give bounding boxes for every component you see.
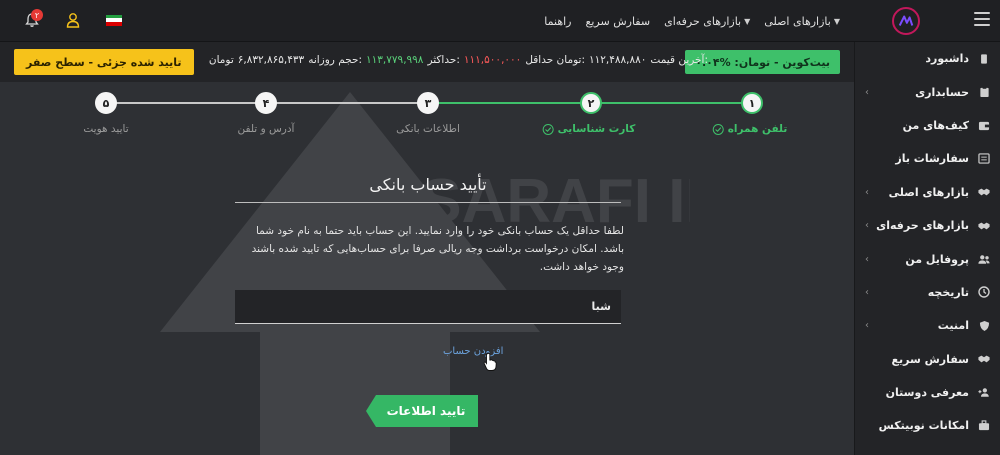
nav-label: راهنما — [544, 14, 572, 28]
sidebar-item-open-orders[interactable]: سفارشات باز — [855, 142, 1000, 175]
wallet-icon — [978, 119, 990, 131]
sidebar-item-pro-markets[interactable]: بازارهای حرفه‌ای ‹ — [855, 209, 1000, 242]
market-stats: آخرین قیمت: ۱۱۲,۴۸۸,۸۸۰ تومان حداقل: ۱۱۱… — [209, 54, 708, 66]
sidebar-item-features[interactable]: امکانات نوبیتکس — [855, 409, 1000, 442]
nav-label: سفارش سریع — [585, 14, 651, 28]
check-circle-icon — [712, 123, 724, 135]
min-value: ۱۱۱,۵۰۰,۰۰۰ — [463, 54, 522, 66]
volume-unit: تومان — [208, 54, 234, 66]
step-5-label: تایید هویت — [83, 123, 129, 135]
step-1-label: تلفن همراه — [712, 123, 788, 135]
sidebar-item-accounting[interactable]: حسابداری ‹ — [855, 75, 1000, 108]
sidebar-item-dashboard[interactable]: داشبورد — [855, 42, 1000, 75]
chevron-left-icon: ‹ — [865, 253, 869, 265]
sidebar-item-history[interactable]: تاریخچه ‹ — [855, 276, 1000, 309]
handshake-icon — [978, 186, 990, 198]
chevron-left-icon: ‹ — [865, 86, 869, 98]
sidebar-item-wallets[interactable]: کیف‌های من — [855, 109, 1000, 142]
sidebar-item-profile[interactable]: پروفایل من ‹ — [855, 242, 1000, 275]
title-divider — [235, 202, 621, 203]
step-3-circle[interactable]: ۳ — [417, 92, 439, 114]
sidebar-item-label: سفارش سریع — [891, 352, 969, 366]
chevron-left-icon: ‹ — [865, 220, 869, 232]
sidebar-item-label: سفارشات باز — [895, 152, 969, 166]
user-icon[interactable] — [66, 12, 80, 28]
sidebar-item-label: کیف‌های من — [902, 118, 969, 132]
submit-button[interactable]: تایید اطلاعات — [366, 395, 478, 427]
sidebar-item-label: تاریخچه — [927, 285, 969, 299]
step-4-label: آدرس و تلفن — [237, 123, 295, 135]
sidebar-item-label: پروفایل من — [905, 252, 969, 266]
chevron-left-icon: ‹ — [865, 286, 869, 298]
handshake-icon — [978, 353, 990, 365]
min-label: تومان حداقل: — [525, 54, 585, 66]
toolbox-icon — [978, 420, 990, 432]
nav-quick-order[interactable]: سفارش سریع — [586, 15, 651, 28]
sidebar-item-label: داشبورد — [925, 52, 969, 66]
step-2-label: کارت شناسایی — [542, 123, 636, 135]
volume-value: ۶,۸۳۲,۸۶۵,۴۳۳ — [237, 54, 305, 66]
sidebar: داشبورد حسابداری ‹ کیف‌های من سفارشات با… — [854, 42, 1000, 455]
caret-down-icon: ▼ — [833, 16, 840, 26]
mobile-icon — [978, 53, 990, 65]
shield-icon — [978, 320, 990, 332]
list-icon — [978, 153, 990, 165]
sidebar-item-main-markets[interactable]: بازارهای اصلی ‹ — [855, 176, 1000, 209]
last-price-label: آخرین قیمت: — [650, 54, 708, 66]
step-5-circle[interactable]: ۵ — [95, 92, 117, 114]
sidebar-item-quick-order[interactable]: سفارش سریع — [855, 343, 1000, 376]
step-label-text: تلفن همراه — [727, 123, 788, 135]
form-title: تأیید حساب بانکی — [369, 175, 487, 194]
kyc-stepper: ۱ ۲ ۳ ۴ ۵ تلفن همراه کارت شناسایی اطلاعا… — [0, 82, 854, 152]
bell-icon[interactable]: ۲ — [24, 9, 43, 28]
step-3-label: اطلاعات بانکی — [396, 123, 460, 135]
max-value: ۱۱۳,۷۷۹,۹۹۸ — [366, 54, 424, 66]
max-label: حداکثر: — [427, 54, 460, 66]
sidebar-item-label: بازارهای حرفه‌ای — [876, 219, 969, 233]
top-bar: بازارهای اصلی ▼ بازارهای حرفه‌ای ▼ سفارش… — [0, 0, 1000, 42]
volume-label: حجم روزانه: — [308, 54, 363, 66]
nav-label: بازارهای حرفه‌ای — [664, 14, 742, 28]
nav-main-markets[interactable]: بازارهای اصلی ▼ — [764, 15, 840, 28]
sidebar-item-label: بازارهای اصلی — [888, 185, 969, 199]
nav-help[interactable]: راهنما — [544, 15, 571, 28]
sidebar-item-label: معرفی دوستان — [885, 386, 969, 400]
chevron-left-icon: ‹ — [865, 320, 869, 332]
step-2-circle[interactable]: ۲ — [580, 92, 602, 114]
check-circle-icon — [542, 123, 554, 135]
sheba-input[interactable] — [235, 290, 621, 324]
iran-flag-icon[interactable] — [106, 14, 122, 26]
caret-down-icon: ▼ — [744, 16, 751, 26]
users-icon — [978, 253, 990, 265]
logo-icon[interactable] — [892, 7, 920, 35]
step-label-text: کارت شناسایی — [557, 123, 636, 135]
form-description: لطفا حداقل یک حساب بانکی خود را وارد نما… — [251, 225, 624, 273]
market-pair-badge[interactable]: بیت‌کوین - تومان: %۰.۰۴ — [685, 50, 840, 74]
nav-pro-markets[interactable]: بازارهای حرفه‌ای ▼ — [664, 15, 750, 28]
chevron-left-icon: ‹ — [865, 186, 869, 198]
verification-level-button[interactable]: تایید شده جزئی - سطح صفر — [14, 49, 194, 75]
sidebar-item-referral[interactable]: معرفی دوستان — [855, 376, 1000, 409]
sidebar-item-label: امکانات نوبیتکس — [878, 419, 969, 433]
step-1-circle[interactable]: ۱ — [741, 92, 763, 114]
last-price-value: ۱۱۲,۴۸۸,۸۸۰ — [588, 54, 647, 66]
step-4-circle[interactable]: ۴ — [255, 92, 277, 114]
menu-icon[interactable] — [974, 12, 990, 26]
top-nav: بازارهای اصلی ▼ بازارهای حرفه‌ای ▼ سفارش… — [544, 0, 840, 42]
sidebar-item-label: حسابداری — [915, 85, 969, 99]
clipboard-icon — [978, 86, 990, 98]
hand-cursor-icon — [483, 352, 497, 371]
history-icon — [978, 286, 990, 299]
handshake-icon — [978, 220, 990, 232]
nav-label: بازارهای اصلی — [764, 14, 831, 28]
sidebar-item-security[interactable]: امنیت ‹ — [855, 309, 1000, 342]
user-plus-icon — [978, 387, 990, 399]
notification-badge: ۲ — [31, 9, 43, 21]
market-ticker: بیت‌کوین - تومان: %۰.۰۴ آخرین قیمت: ۱۱۲,… — [0, 42, 854, 82]
main-panel: SARAFI IRAN ۱ ۲ ۳ ۴ ۵ تلفن همراه کارت شن… — [0, 82, 854, 455]
sidebar-item-label: امنیت — [937, 319, 969, 333]
